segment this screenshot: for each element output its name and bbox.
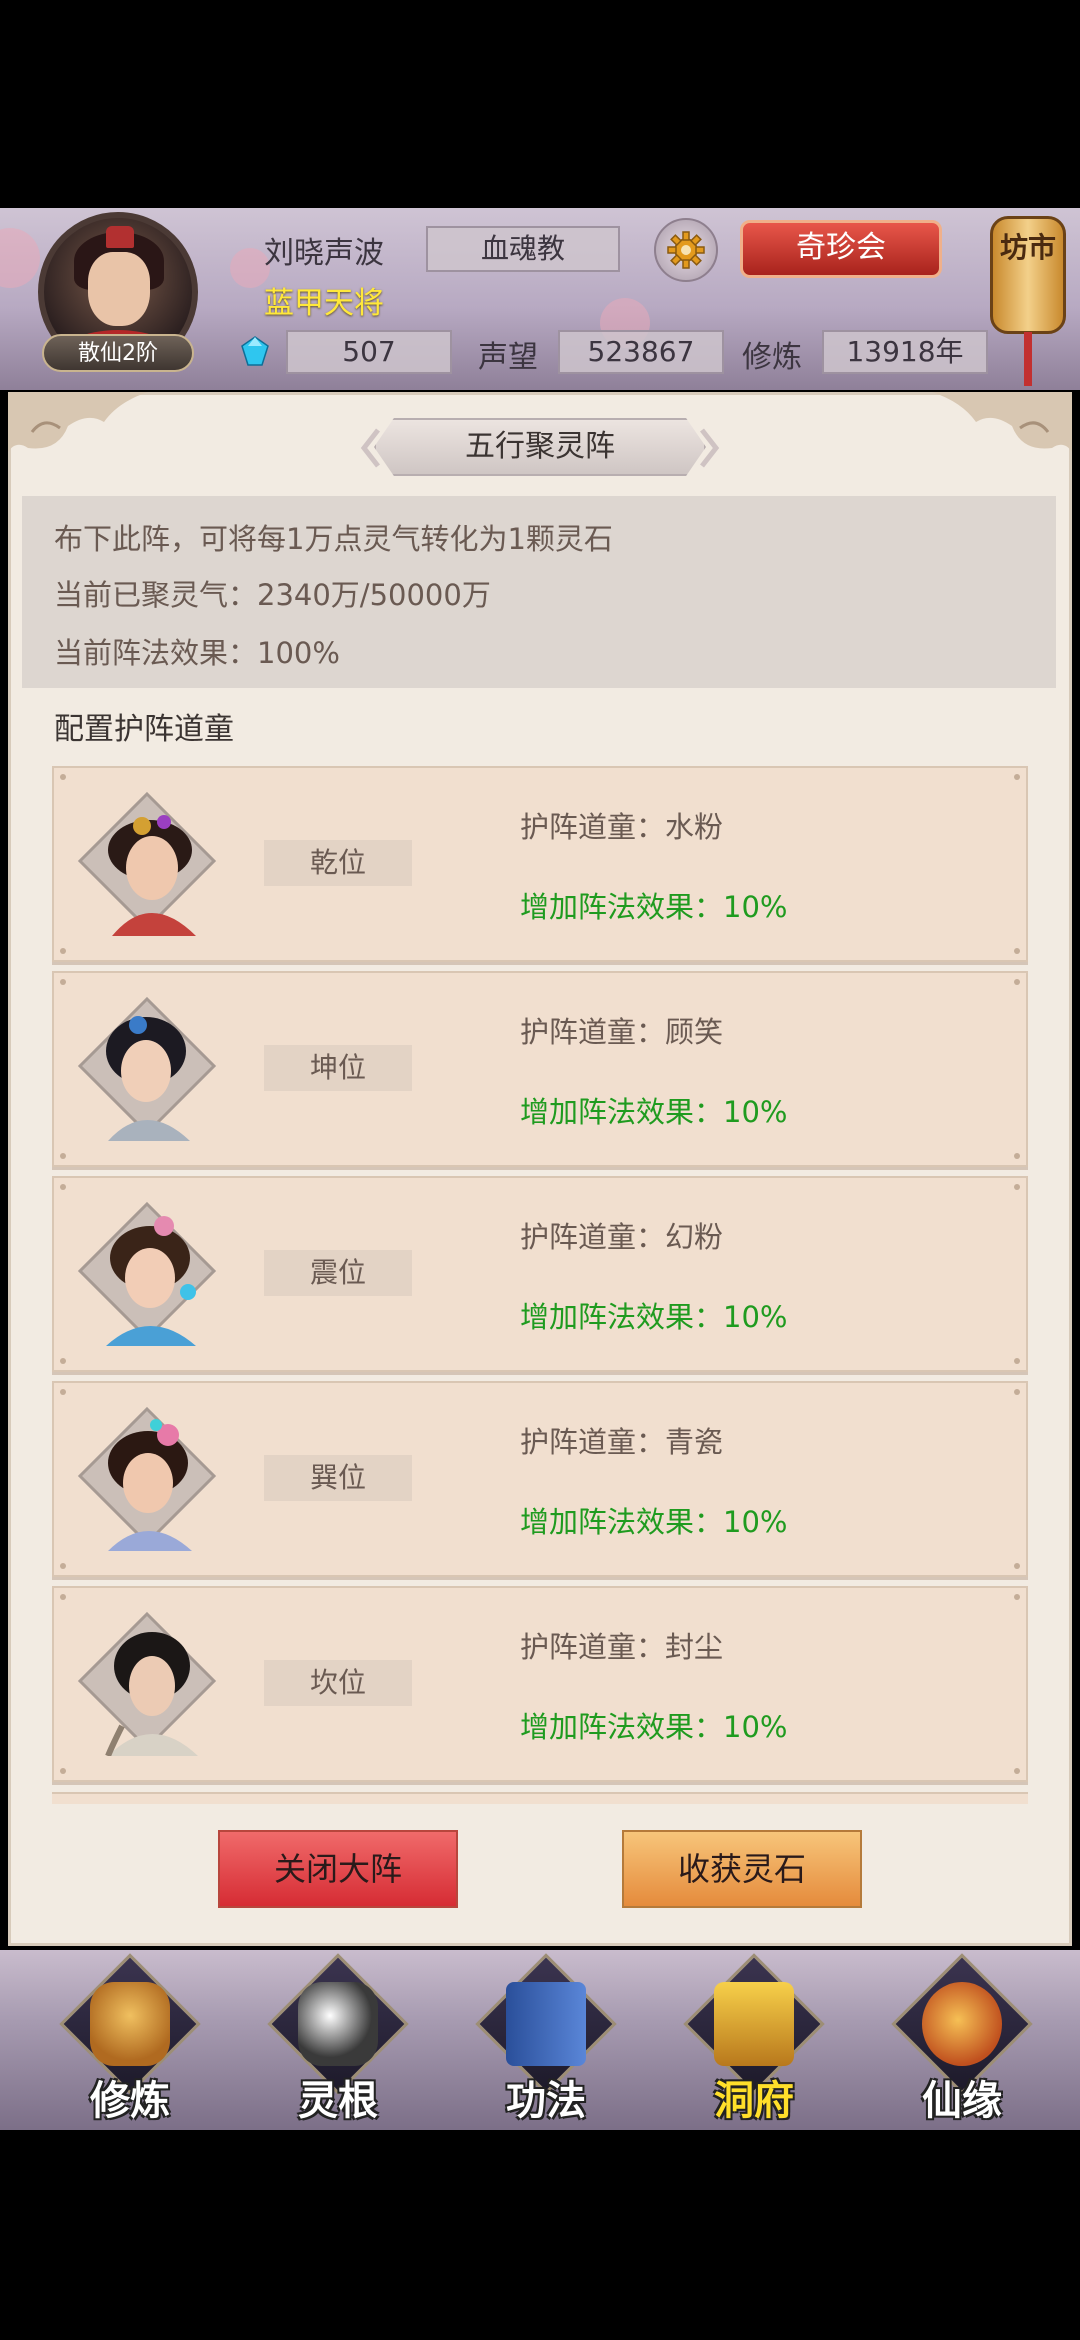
guard-portrait	[77, 1201, 217, 1346]
panel-title: 五行聚灵阵	[465, 429, 615, 464]
cloud-corner-decoration	[932, 392, 1072, 452]
guard-card-xun[interactable]: 巽位 护阵道童：青瓷 增加阵法效果：10%	[52, 1381, 1028, 1577]
guard-name: 护阵道童：青瓷	[520, 1425, 724, 1459]
position-label: 巽位	[264, 1455, 412, 1501]
guard-portrait	[77, 1611, 217, 1756]
spirit-gem-icon	[241, 336, 269, 366]
position-label: 坎位	[264, 1660, 412, 1706]
gear-icon	[667, 231, 705, 269]
formation-info-box: 布下此阵，可将每1万点灵气转化为1颗灵石 当前已聚灵气：2340万/50000万…	[22, 496, 1056, 688]
guard-card-qian[interactable]: 乾位 护阵道童：水粉 增加阵法效果：10%	[52, 766, 1028, 962]
guard-portrait	[77, 996, 217, 1141]
info-conversion-rate: 布下此阵，可将每1万点灵气转化为1颗灵石	[54, 522, 613, 556]
nav-cultivate[interactable]: 修炼	[50, 1953, 210, 2124]
position-label: 震位	[264, 1250, 412, 1296]
guard-portrait	[77, 1406, 217, 1551]
nav-label: 洞府	[714, 2078, 794, 2124]
nav-spirit-root[interactable]: 灵根	[258, 1953, 418, 2124]
market-label: 坊市	[999, 231, 1056, 264]
guard-bonus: 增加阵法效果：10%	[520, 1505, 788, 1539]
position-label: 坤位	[264, 1045, 412, 1091]
guard-name: 护阵道童：水粉	[520, 810, 724, 844]
player-title: 蓝甲天将	[264, 286, 384, 321]
market-lantern-button[interactable]: 坊市	[990, 208, 1066, 390]
guard-bonus: 增加阵法效果：10%	[520, 1300, 788, 1334]
rank-badge: 散仙2阶	[42, 334, 194, 372]
config-guards-heading: 配置护阵道童	[54, 712, 234, 747]
harvest-spirit-stones-button[interactable]: 收获灵石	[622, 1830, 862, 1908]
info-formation-effect: 当前阵法效果：100%	[54, 636, 340, 670]
guard-card-kun[interactable]: 坤位 护阵道童：顾笑 增加阵法效果：10%	[52, 971, 1028, 1167]
nav-immortal-fate[interactable]: 仙缘	[882, 1953, 1042, 2124]
treasure-shop-button[interactable]: 奇珍会	[740, 220, 942, 278]
cave-palace-icon	[714, 1982, 794, 2066]
guard-card-zhen[interactable]: 震位 护阵道童：幻粉 增加阵法效果：10%	[52, 1176, 1028, 1372]
blossom-decoration	[0, 228, 40, 288]
nav-label: 功法	[506, 2078, 586, 2124]
nav-cave-palace[interactable]: 洞府	[674, 1953, 834, 2124]
guard-card-partial	[52, 1792, 1028, 1804]
guard-name: 护阵道童：封尘	[520, 1630, 724, 1664]
nav-label: 仙缘	[922, 2078, 1002, 2124]
hooded-monk-icon	[90, 1982, 170, 2066]
position-label: 乾位	[264, 840, 412, 886]
gourd-icon	[922, 1982, 1002, 2066]
bottom-nav: 修炼 灵根 功法 洞府 仙缘	[0, 1950, 1080, 2130]
settings-button[interactable]	[654, 218, 718, 282]
reputation-value: 523867	[558, 330, 724, 374]
player-header: 散仙2阶 刘晓声波 蓝甲天将 血魂教 奇珍会 坊市 507 声望 523867 …	[0, 208, 1080, 390]
info-gathered-qi: 当前已聚灵气：2340万/50000万	[54, 578, 491, 612]
nav-label: 灵根	[298, 2078, 378, 2124]
guard-bonus: 增加阵法效果：10%	[520, 1710, 788, 1744]
cloud-corner-decoration	[8, 392, 148, 452]
guard-bonus: 增加阵法效果：10%	[520, 1095, 788, 1129]
guild-name[interactable]: 血魂教	[426, 226, 620, 272]
guard-portrait	[77, 791, 217, 936]
guard-bonus: 增加阵法效果：10%	[520, 890, 788, 924]
nav-label: 修炼	[90, 2078, 170, 2124]
gem-count: 507	[286, 330, 452, 374]
reputation-label: 声望	[478, 340, 538, 375]
spirit-root-icon	[298, 1982, 378, 2066]
player-name: 刘晓声波	[264, 236, 384, 271]
cultivation-value: 13918年	[822, 330, 988, 374]
guard-name: 护阵道童：幻粉	[520, 1220, 724, 1254]
scripture-book-icon	[506, 1982, 586, 2066]
close-formation-button[interactable]: 关闭大阵	[218, 1830, 458, 1908]
nav-techniques[interactable]: 功法	[466, 1953, 626, 2124]
guard-card-kan[interactable]: 坎位 护阵道童：封尘 增加阵法效果：10%	[52, 1586, 1028, 1782]
cultivation-label: 修炼	[742, 340, 802, 375]
guard-name: 护阵道童：顾笑	[520, 1015, 724, 1049]
